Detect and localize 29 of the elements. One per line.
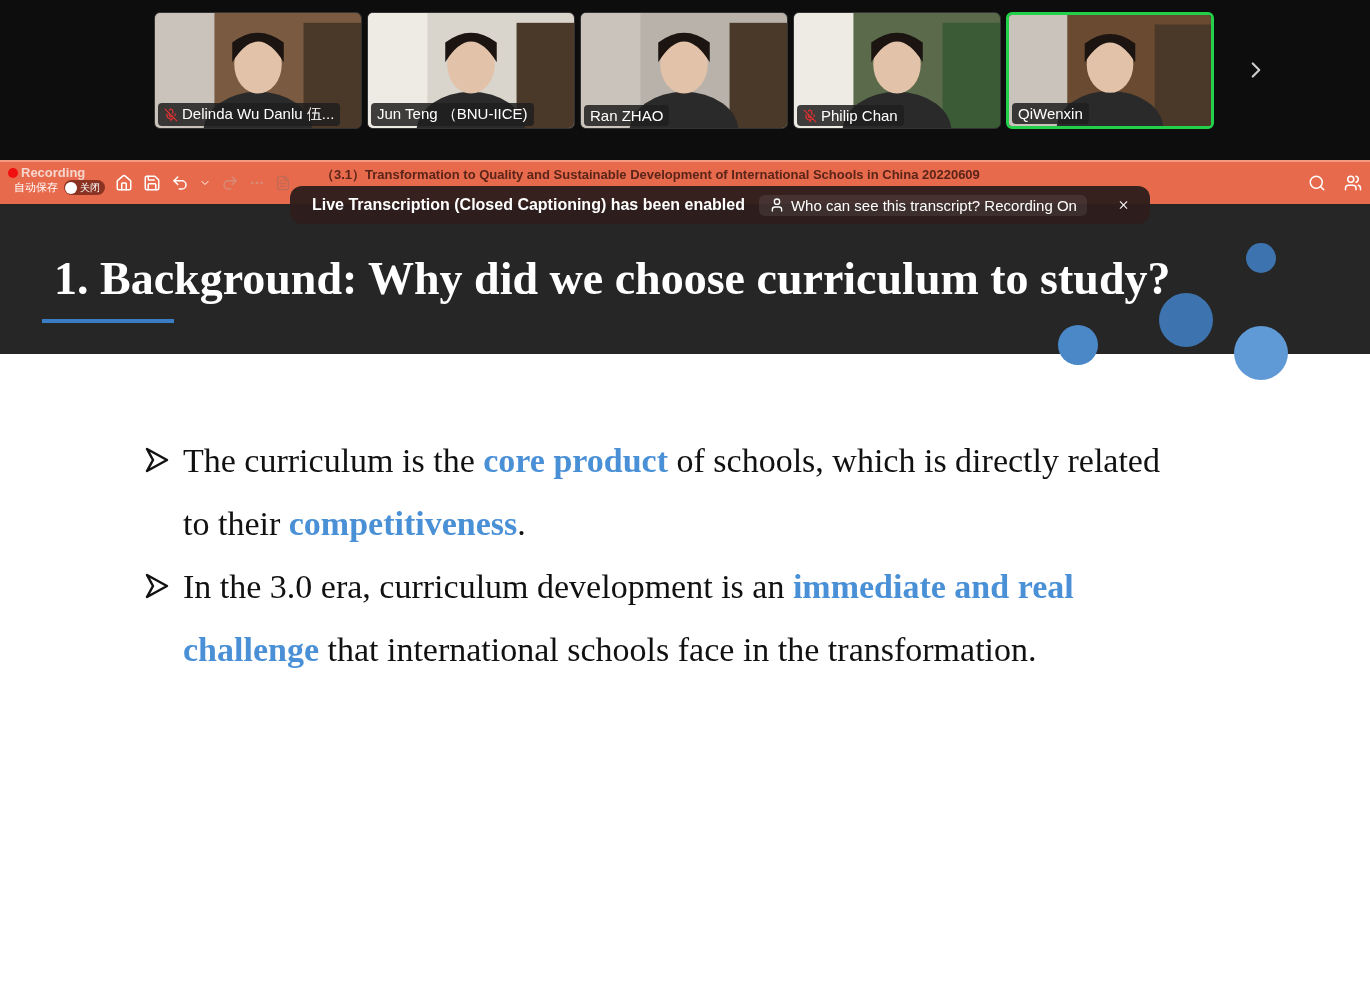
bullet-text: In the 3.0 era, curriculum development is an immediate and real challenge that international schools face in the transformation. — [183, 567, 1075, 670]
home-icon[interactable] — [115, 174, 133, 192]
document-title: （3.1）Transformation to Quality and Sustainable Development of International Schools in China 20220609 — [321, 166, 980, 184]
share-icon[interactable] — [1344, 174, 1362, 192]
video-tile[interactable]: QiWenxin — [1006, 12, 1214, 129]
video-tile[interactable]: Philip Chan — [793, 12, 1001, 129]
participant-name: Delinda Wu Danlu 伍... — [158, 103, 341, 126]
save-icon[interactable] — [143, 174, 161, 192]
arrow-bullet-icon — [145, 573, 169, 599]
video-tile[interactable]: Ran ZHAO — [580, 12, 788, 129]
recording-label: Recording — [21, 165, 86, 180]
participant-name: Ran ZHAO — [584, 105, 670, 126]
participant-name: QiWenxin — [1012, 103, 1089, 124]
bullet-text: The curriculum is the core product of schools, which is directly related to their competitiveness. — [183, 441, 1161, 544]
participant-name: Philip Chan — [797, 105, 904, 126]
slide-title: 1. Background: Why did we choose curriculum to study? — [54, 252, 1171, 305]
autosave-label: 自动保存 — [14, 180, 58, 195]
video-tile[interactable]: Jun Teng （BNU-IICE) — [367, 12, 575, 129]
video-tile[interactable]: Delinda Wu Danlu 伍... — [154, 12, 362, 129]
search-icon[interactable] — [1308, 174, 1326, 192]
arrow-bullet-icon — [145, 447, 169, 473]
document-icon — [275, 175, 291, 191]
decorative-circle — [1058, 325, 1098, 365]
autosave-toggle[interactable]: 关闭 — [64, 180, 105, 195]
undo-icon[interactable] — [171, 174, 189, 192]
transcript-visibility-link[interactable]: Who can see this transcript? Recording On — [758, 194, 1087, 216]
recording-dot-icon — [8, 167, 18, 178]
banner-message: Live Transcription (Closed Captioning) has been enabled — [312, 196, 745, 214]
participant-name: Jun Teng （BNU-IICE) — [371, 103, 534, 126]
